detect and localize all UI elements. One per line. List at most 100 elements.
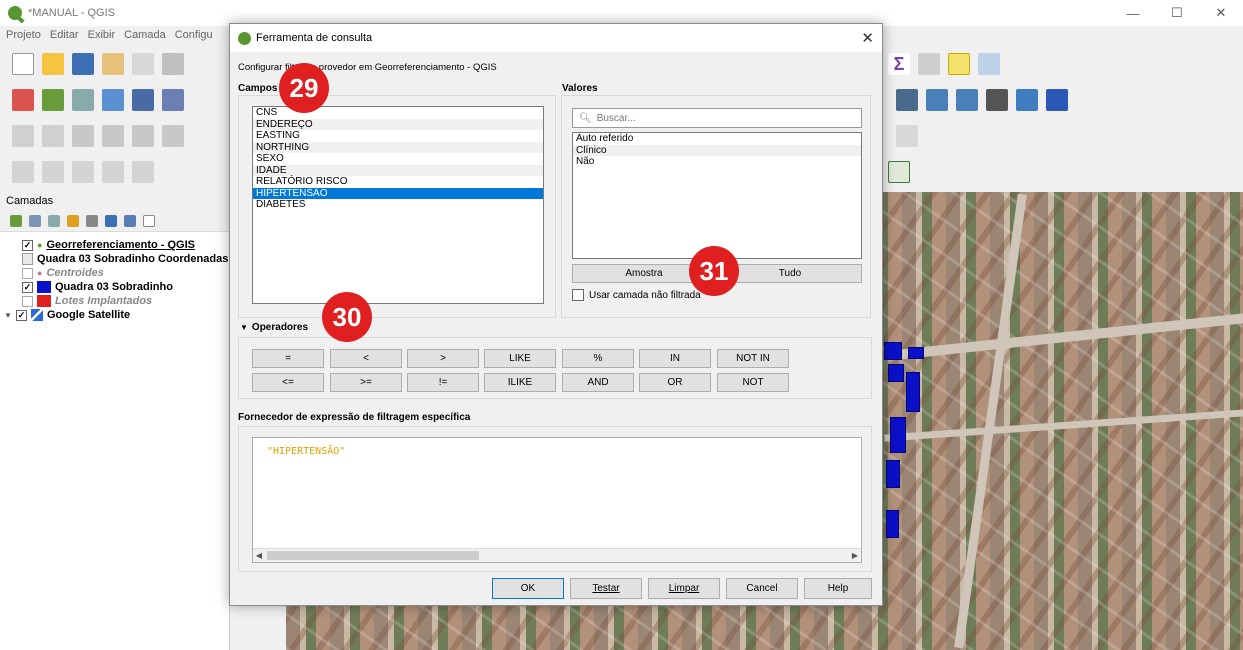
value-item[interactable]: Auto referido (573, 133, 861, 145)
scrollbar-thumb[interactable] (267, 551, 479, 560)
operator-not-equal-button[interactable]: != (407, 373, 479, 392)
field-item[interactable]: NORTHING (253, 141, 543, 153)
close-dialog-button[interactable]: ✕ (861, 29, 874, 47)
checkbox-box[interactable] (572, 289, 584, 301)
save-project-icon[interactable] (72, 53, 94, 75)
field-item[interactable]: SEXO (253, 153, 543, 165)
reshape-icon[interactable] (132, 125, 154, 147)
add-raster-icon[interactable] (42, 89, 64, 111)
select-icon[interactable] (72, 125, 94, 147)
menu-configuracoes[interactable]: Configu (175, 29, 213, 41)
menu-camada[interactable]: Camada (124, 29, 166, 41)
operator-not-button[interactable]: NOT (717, 373, 789, 392)
globe-icon[interactable] (926, 89, 948, 111)
field-item[interactable]: EASTING (253, 130, 543, 142)
layer-centroides[interactable]: ● Centroides (0, 266, 229, 280)
vertex-tool-icon[interactable] (42, 125, 64, 147)
operator-and-button[interactable]: AND (562, 373, 634, 392)
scroll-left-icon[interactable]: ◀ (253, 549, 265, 563)
operator-percent-button[interactable]: % (562, 349, 634, 368)
cancel-button[interactable]: Cancel (726, 578, 798, 599)
layer-lotes-implantados[interactable]: Lotes Implantados (0, 294, 229, 308)
delete-part-icon[interactable] (102, 161, 124, 183)
measure-icon[interactable] (918, 53, 940, 75)
scroll-right-icon[interactable]: ▶ (849, 549, 861, 563)
unfiltered-checkbox[interactable]: Usar camada não filtrada (572, 289, 701, 301)
menu-projeto[interactable]: Projeto (6, 29, 41, 41)
statistics-sigma-icon[interactable]: Σ (888, 53, 910, 75)
field-item[interactable]: IDADE (253, 164, 543, 176)
operator-less-than-button[interactable]: < (330, 349, 402, 368)
operator-ilike-button[interactable]: ILIKE (484, 373, 556, 392)
layer-visibility-checkbox[interactable]: ✓ (16, 309, 27, 321)
value-item[interactable]: Clínico (573, 144, 861, 156)
annotation-icon[interactable] (978, 53, 1000, 75)
map-tips-icon[interactable] (948, 53, 970, 75)
collapse-all-icon[interactable] (124, 214, 136, 227)
split-icon[interactable] (162, 125, 184, 147)
move-feature-icon[interactable] (102, 125, 124, 147)
visibility-icon[interactable] (48, 214, 60, 227)
expression-editor[interactable]: "HIPERTENSÃO" ◀ ▶ (252, 437, 862, 563)
field-item-selected[interactable]: HIPERTENSÃO (253, 187, 543, 199)
add-polygon-icon[interactable] (12, 161, 34, 183)
layer-quadra-sobradinho[interactable]: ✓ Quadra 03 Sobradinho (0, 280, 229, 294)
save-as-icon[interactable] (102, 53, 124, 75)
digitize-icon[interactable] (102, 89, 124, 111)
help-button[interactable]: Help (804, 578, 872, 599)
print-layout-icon[interactable] (132, 53, 154, 75)
fields-list[interactable]: CNS ENDEREÇO EASTING NORTHING SEXO IDADE… (252, 106, 544, 304)
style-manager-icon[interactable] (162, 53, 184, 75)
operator-equals-button[interactable]: = (252, 349, 324, 368)
add-ring-icon[interactable] (42, 161, 64, 183)
layer-google-satellite[interactable]: ▼ ✓ Google Satellite (0, 308, 229, 322)
operator-in-button[interactable]: IN (639, 349, 711, 368)
help-icon[interactable] (1046, 89, 1068, 111)
field-item[interactable]: RELATÓRIO RISCO (253, 176, 543, 188)
ok-button[interactable]: OK (492, 578, 564, 599)
remove-layer-icon[interactable] (143, 214, 155, 227)
add-delimited-icon[interactable] (132, 89, 154, 111)
layer-visibility-checkbox[interactable]: ✓ (22, 239, 33, 251)
open-layer-styling-icon[interactable] (10, 214, 22, 227)
layer-visibility-checkbox[interactable] (22, 267, 33, 279)
fill-ring-icon[interactable] (72, 161, 94, 183)
layer-visibility-checkbox[interactable] (22, 295, 33, 307)
database-icon[interactable] (896, 89, 918, 111)
add-wms-icon[interactable] (162, 89, 184, 111)
open-project-icon[interactable] (42, 53, 64, 75)
expand-all-icon[interactable] (105, 214, 117, 227)
new-project-icon[interactable] (12, 53, 34, 75)
test-button[interactable]: Testar (570, 578, 642, 599)
filter-icon[interactable] (67, 214, 79, 227)
operator-greater-than-button[interactable]: > (407, 349, 479, 368)
field-item[interactable]: DIABETES (253, 199, 543, 211)
maximize-button[interactable]: ☐ (1155, 0, 1199, 26)
menu-editar[interactable]: Editar (50, 29, 79, 41)
add-layer-icon[interactable] (12, 89, 34, 111)
advanced-digitize-icon[interactable] (896, 125, 918, 147)
operator-or-button[interactable]: OR (639, 373, 711, 392)
values-search-input[interactable]: 🔍︎ Buscar... (572, 108, 862, 128)
expand-arrow-icon[interactable]: ▼ (4, 311, 12, 320)
value-item[interactable]: Não (573, 156, 861, 168)
georeferencer-icon[interactable] (888, 161, 910, 183)
offset-icon[interactable] (132, 161, 154, 183)
layer-georreferenciamento[interactable]: ✓ ● Georreferenciamento - QGIS (0, 238, 229, 252)
operator-like-button[interactable]: LIKE (484, 349, 556, 368)
add-vector-icon[interactable] (72, 89, 94, 111)
values-list[interactable]: Auto referido Clínico Não (572, 132, 862, 259)
filter-expression-icon[interactable] (86, 214, 98, 227)
search-web-icon[interactable] (986, 89, 1008, 111)
operator-gte-button[interactable]: >= (330, 373, 402, 392)
operators-label[interactable]: ▼ Operadores (240, 322, 308, 333)
edit-icon[interactable] (12, 125, 34, 147)
close-window-button[interactable]: ✕ (1199, 0, 1243, 26)
globe-add-icon[interactable] (956, 89, 978, 111)
field-item[interactable]: ENDEREÇO (253, 118, 543, 130)
horizontal-scrollbar[interactable]: ◀ ▶ (253, 548, 861, 562)
layer-visibility-checkbox[interactable]: ✓ (22, 281, 33, 293)
operator-not-in-button[interactable]: NOT IN (717, 349, 789, 368)
minimize-button[interactable]: — (1111, 0, 1155, 26)
layer-quadra-coordenadas[interactable]: Quadra 03 Sobradinho Coordenadas (0, 252, 229, 266)
